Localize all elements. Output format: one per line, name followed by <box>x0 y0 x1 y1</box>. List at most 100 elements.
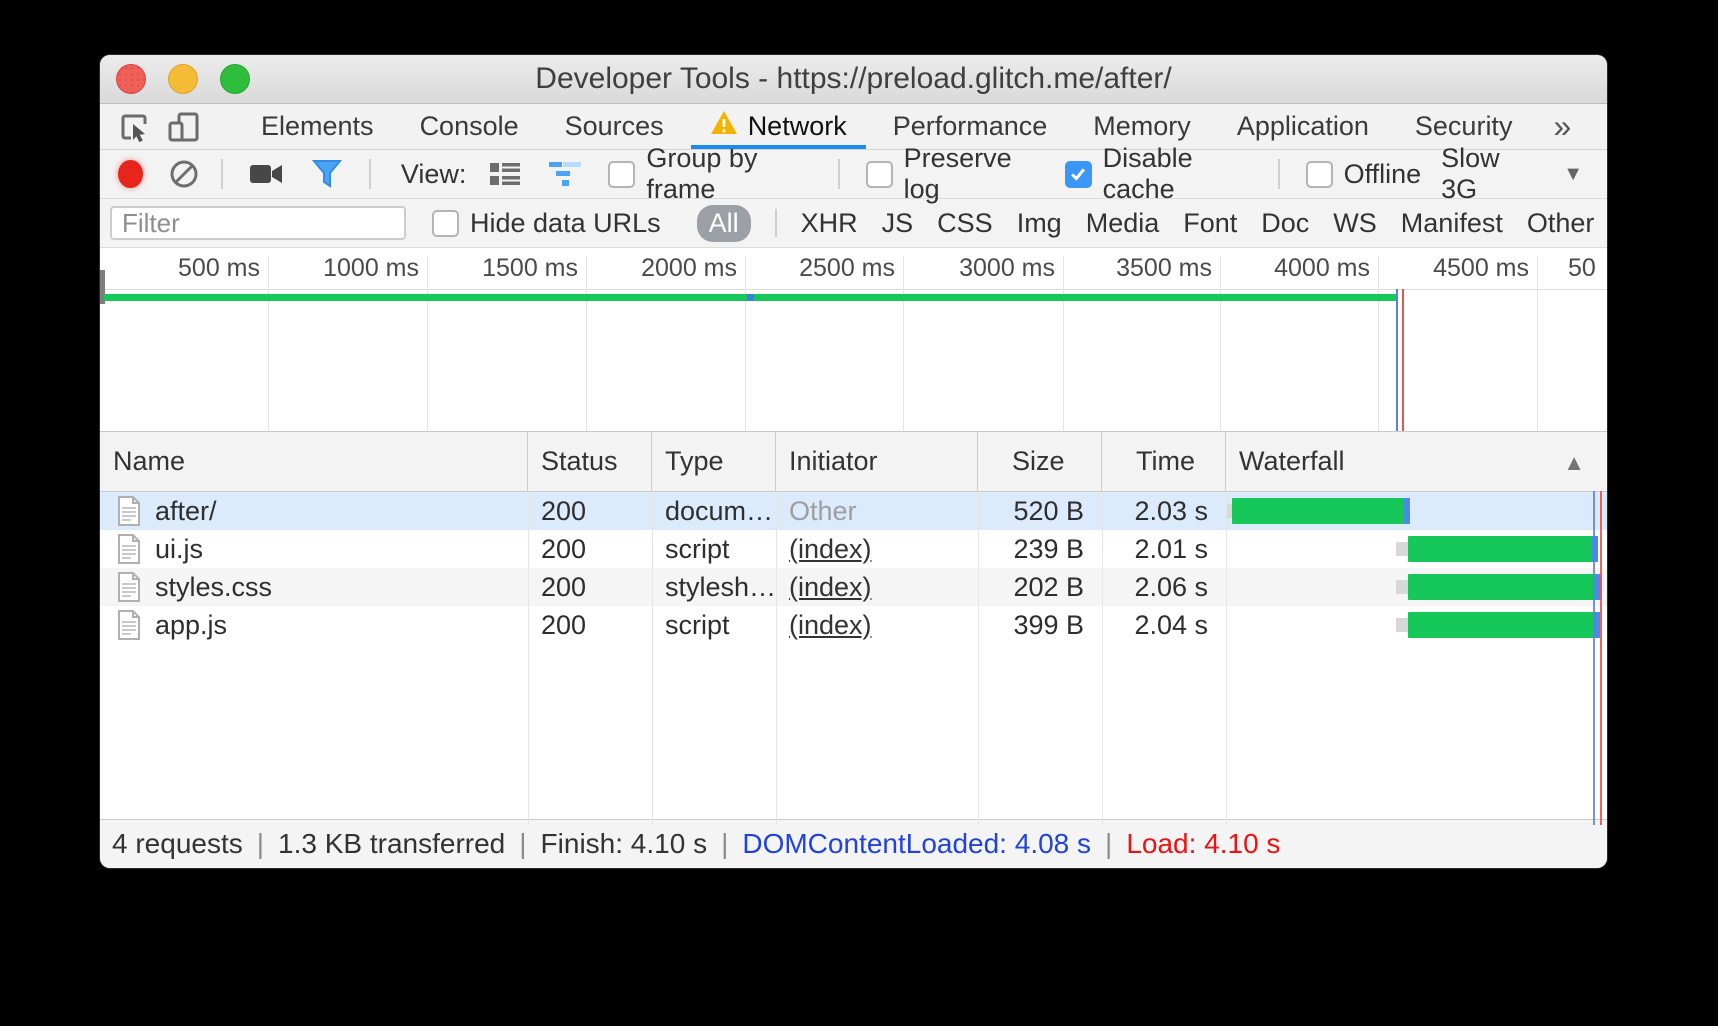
preserve-log-checkbox[interactable] <box>866 161 893 188</box>
waterfall-bar-tip <box>1404 498 1410 524</box>
column-header-initiator[interactable]: Initiator <box>776 432 978 491</box>
minimize-button[interactable] <box>168 64 198 94</box>
waterfall-bar[interactable] <box>1408 612 1600 638</box>
request-row-app.js[interactable]: app.js200script(index)399 B2.04 s <box>100 606 1607 644</box>
cell-time: 2.04 s <box>1102 606 1226 644</box>
clear-icon[interactable] <box>169 159 199 189</box>
hide-data-urls-label: Hide data URLs <box>470 208 661 239</box>
maximize-button[interactable] <box>220 64 250 94</box>
ruler-divider <box>100 289 1607 290</box>
column-separator <box>1102 491 1103 825</box>
tab-security[interactable]: Security <box>1392 104 1536 149</box>
cell-size: 399 B <box>978 606 1102 644</box>
tab-label: Elements <box>261 111 374 142</box>
filter-funnel-icon[interactable] <box>311 158 343 190</box>
cell-initiator: (index) <box>776 530 978 568</box>
filter-pill-font[interactable]: Font <box>1183 208 1237 239</box>
filter-pill-js[interactable]: JS <box>882 208 914 239</box>
filter-pill-other[interactable]: Other <box>1527 208 1595 239</box>
request-row-ui.js[interactable]: ui.js200script(index)239 B2.01 s <box>100 530 1607 568</box>
waterfall-stall-stub <box>1396 542 1408 556</box>
network-overview[interactable]: 500 ms1000 ms1500 ms2000 ms2500 ms3000 m… <box>100 248 1607 432</box>
overview-load-line <box>1402 289 1404 431</box>
tab-memory[interactable]: Memory <box>1070 104 1214 149</box>
cell-time: 2.01 s <box>1102 530 1226 568</box>
offline-checkbox[interactable] <box>1306 161 1333 188</box>
hide-data-urls-toggle[interactable]: Hide data URLs <box>432 208 661 239</box>
disable-cache-checkbox[interactable] <box>1065 161 1092 188</box>
initiator-link[interactable]: (index) <box>789 572 872 603</box>
group-by-frame-toggle[interactable]: Group by frame <box>608 143 811 205</box>
disable-cache-toggle[interactable]: Disable cache <box>1065 143 1252 205</box>
close-button[interactable] <box>116 64 146 94</box>
tab-network[interactable]: Network <box>687 104 870 149</box>
menu-kebab-icon[interactable]: ⋮ <box>1600 109 1607 144</box>
record-button[interactable] <box>118 160 143 188</box>
tab-sources[interactable]: Sources <box>542 104 687 149</box>
cell-type: script <box>652 530 776 568</box>
waterfall-bar[interactable] <box>1408 574 1602 600</box>
screenshot-camera-icon[interactable] <box>249 161 283 187</box>
inspect-element-icon[interactable] <box>116 109 152 145</box>
view-waterfall-icon[interactable] <box>548 160 582 188</box>
cell-name: after/ <box>100 492 528 530</box>
view-list-icon[interactable] <box>488 160 522 188</box>
filter-pill-css[interactable]: CSS <box>937 208 993 239</box>
window-title: Developer Tools - https://preload.glitch… <box>100 55 1607 103</box>
column-header-name[interactable]: Name <box>100 432 528 491</box>
ruler-tick-label: 3000 ms <box>959 254 1063 283</box>
tab-performance[interactable]: Performance <box>870 104 1071 149</box>
cell-type: docum… <box>652 492 776 530</box>
column-header-waterfall[interactable]: Waterfall ▲ <box>1226 432 1607 491</box>
filter-pill-xhr[interactable]: XHR <box>801 208 858 239</box>
column-header-time[interactable]: Time <box>1102 432 1226 491</box>
cell-waterfall <box>1226 530 1607 568</box>
filter-pill-doc[interactable]: Doc <box>1261 208 1309 239</box>
waterfall-bar[interactable] <box>1232 498 1410 524</box>
more-tabs-chevron[interactable]: » <box>1535 108 1586 145</box>
throttling-select[interactable]: Slow 3G <box>1441 143 1533 205</box>
filter-pill-media[interactable]: Media <box>1086 208 1160 239</box>
filter-input[interactable] <box>110 206 406 240</box>
device-toolbar-icon[interactable] <box>166 109 202 145</box>
request-name: styles.css <box>155 572 272 603</box>
offline-toggle[interactable]: Offline <box>1306 159 1422 190</box>
initiator-text: Other <box>789 496 857 527</box>
request-row-after[interactable]: after/200docum…Other520 B2.03 s <box>100 492 1607 530</box>
document-icon <box>117 610 141 640</box>
request-name: ui.js <box>155 534 203 565</box>
disable-cache-label: Disable cache <box>1103 143 1252 205</box>
domcontentloaded-time: DOMContentLoaded: 4.08 s <box>742 828 1091 860</box>
initiator-link[interactable]: (index) <box>789 534 872 565</box>
finish-time: Finish: 4.10 s <box>541 828 708 860</box>
tab-elements[interactable]: Elements <box>238 104 397 149</box>
load-time: Load: 4.10 s <box>1126 828 1280 860</box>
request-name: after/ <box>155 496 217 527</box>
preserve-log-toggle[interactable]: Preserve log <box>866 143 1037 205</box>
hide-data-urls-checkbox[interactable] <box>432 210 459 237</box>
group-by-frame-checkbox[interactable] <box>608 161 635 188</box>
filter-pill-img[interactable]: Img <box>1017 208 1062 239</box>
tab-label: Security <box>1415 111 1513 142</box>
tab-application[interactable]: Application <box>1214 104 1392 149</box>
warning-icon <box>710 110 738 143</box>
column-header-type[interactable]: Type <box>652 432 776 491</box>
waterfall-stall-stub <box>1396 618 1408 632</box>
waterfall-bar[interactable] <box>1408 536 1598 562</box>
throttling-dropdown-arrow[interactable]: ▼ <box>1563 163 1583 186</box>
filter-pill-all[interactable]: All <box>697 205 751 242</box>
filter-pill-ws[interactable]: WS <box>1333 208 1377 239</box>
sort-arrow-icon[interactable]: ▲ <box>1563 450 1585 476</box>
filter-pill-manifest[interactable]: Manifest <box>1401 208 1503 239</box>
document-icon <box>117 572 141 602</box>
tab-console[interactable]: Console <box>397 104 542 149</box>
initiator-link[interactable]: (index) <box>789 610 872 641</box>
request-row-styles.css[interactable]: styles.css200stylesh…(index)202 B2.06 s <box>100 568 1607 606</box>
cell-name: ui.js <box>100 530 528 568</box>
cell-name: styles.css <box>100 568 528 606</box>
column-header-size[interactable]: Size <box>978 432 1102 491</box>
requests-table: Name Status Type Initiator Size Time Wat… <box>100 432 1607 825</box>
cell-status: 200 <box>528 492 652 530</box>
traffic-lights <box>116 64 250 94</box>
column-header-status[interactable]: Status <box>528 432 652 491</box>
